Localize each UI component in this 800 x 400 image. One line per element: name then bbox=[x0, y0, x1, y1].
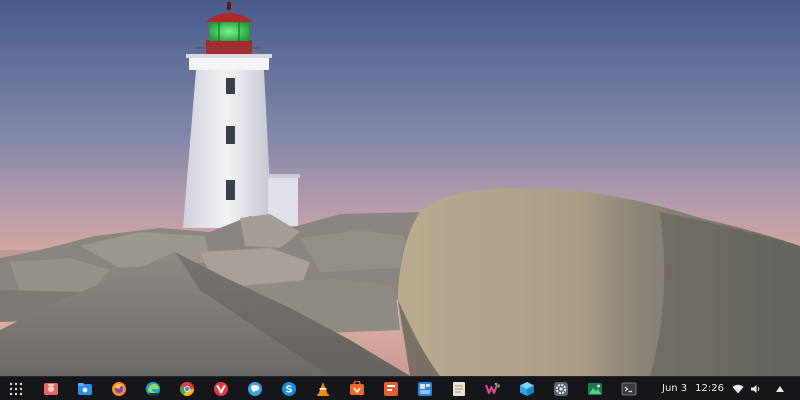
file-manager-icon[interactable] bbox=[76, 380, 94, 398]
wifi-icon[interactable] bbox=[730, 381, 746, 397]
3d-box-icon[interactable] bbox=[518, 380, 536, 398]
vlc-icon[interactable] bbox=[314, 380, 332, 398]
image-viewer-icon[interactable] bbox=[586, 380, 604, 398]
wps-office-icon[interactable] bbox=[484, 380, 502, 398]
taskbar: S Jun 3 12:26 bbox=[0, 376, 800, 400]
terminal-icon[interactable] bbox=[620, 380, 638, 398]
svg-text:S: S bbox=[285, 385, 292, 396]
chat-app-icon[interactable] bbox=[246, 380, 264, 398]
edge-beta-icon[interactable] bbox=[144, 380, 162, 398]
presentation-icon[interactable] bbox=[382, 380, 400, 398]
clock-date: Jun 3 bbox=[662, 383, 688, 394]
volume-icon[interactable] bbox=[748, 381, 764, 397]
photo-app-icon[interactable] bbox=[42, 380, 60, 398]
clock-time: 12:26 bbox=[695, 383, 724, 394]
vivaldi-icon[interactable] bbox=[212, 380, 230, 398]
app-store-icon[interactable] bbox=[348, 380, 366, 398]
chrome-icon[interactable] bbox=[178, 380, 196, 398]
skype-icon[interactable]: S bbox=[280, 380, 298, 398]
desktop bbox=[0, 0, 800, 376]
notes-icon[interactable] bbox=[450, 380, 468, 398]
app-grid-icon[interactable] bbox=[6, 380, 26, 398]
power-icon[interactable] bbox=[772, 381, 788, 397]
dashboard-icon[interactable] bbox=[416, 380, 434, 398]
lighthouse-rocks-wallpaper bbox=[0, 0, 800, 376]
settings-icon[interactable] bbox=[552, 380, 570, 398]
firefox-icon[interactable] bbox=[110, 380, 128, 398]
clock[interactable]: Jun 3 12:26 bbox=[662, 381, 724, 397]
